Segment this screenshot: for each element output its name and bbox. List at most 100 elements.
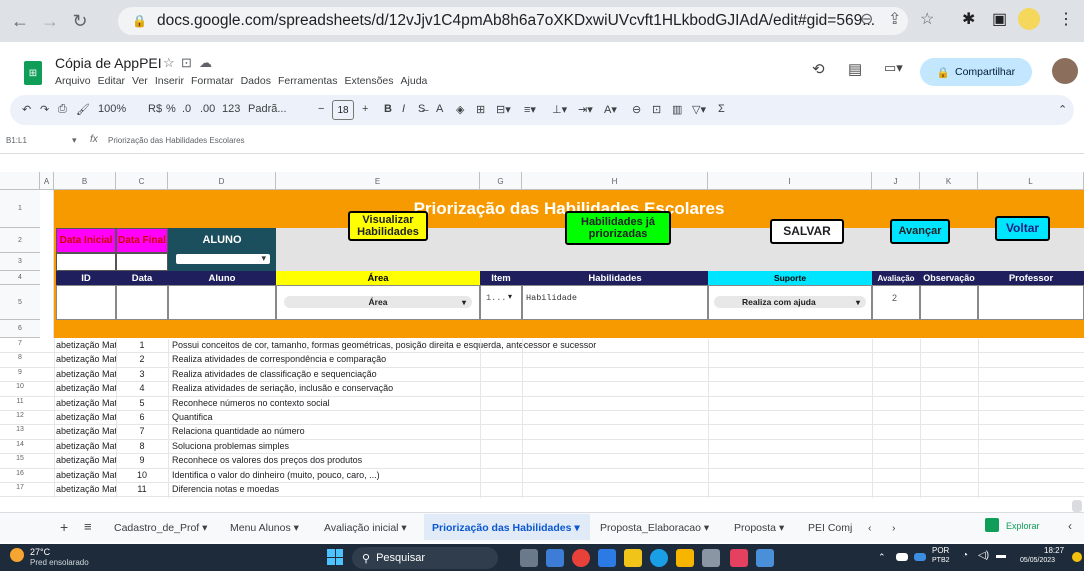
history-icon[interactable]: ⟲ [812,60,825,78]
row-header[interactable]: 8 [0,354,40,361]
aluno-input[interactable] [168,285,276,320]
menu-ferramentas[interactable]: Ferramentas [278,75,338,87]
undo-icon[interactable]: ↶ [22,103,31,116]
item-cell[interactable]: 5 [116,398,168,408]
edge-icon[interactable] [650,549,668,567]
skill-cell[interactable]: Reconhece números no contexto social [172,398,330,408]
move-folder-icon[interactable]: ⊡ [181,55,192,71]
menu-formatar[interactable]: Formatar [191,75,234,87]
reload-icon[interactable]: ↻ [66,7,94,35]
tab-priorizacao-habilidades[interactable]: Priorização das Habilidades ▾ [432,522,580,534]
back-icon[interactable]: ← [6,7,34,35]
tab-proposta[interactable]: Proposta ▾ [734,522,784,534]
row-header[interactable]: 15 [0,455,40,462]
bookmark-star-icon[interactable]: ☆ [920,9,934,29]
italic-icon[interactable]: I [402,103,405,115]
row-header[interactable]: 12 [0,412,40,419]
tab-proposta-elaboracao[interactable]: Proposta_Elaboracao ▾ [600,522,709,534]
instagram-icon[interactable] [730,549,748,567]
vertical-scrollbar[interactable] [1072,500,1082,512]
document-title[interactable]: Cópia de AppPEI [55,55,162,71]
print-icon[interactable]: ⎙ [58,103,67,116]
row-header[interactable]: 11 [0,398,40,405]
skill-cell[interactable]: Diferencia notas e moedas [172,484,279,494]
skill-cell[interactable]: Realiza atividades de seriação, inclusão… [172,383,393,393]
borders-icon[interactable]: ⊞ [476,103,485,116]
avancar-button[interactable]: Avançar [890,219,950,244]
habilidade-input[interactable]: Habilidade [526,293,577,303]
skill-cell[interactable]: Soluciona problemas simples [172,441,289,451]
area-cell[interactable]: abetização Maten [56,354,116,364]
area-select[interactable]: Área ▾ [284,296,472,308]
column-header-a[interactable]: A [40,172,54,190]
font-size-decrease-button[interactable]: − [318,103,324,115]
language-code[interactable]: POR [932,546,949,555]
clock-date[interactable]: 05/05/2023 [1020,557,1055,564]
decrease-decimal-button[interactable]: .0 [182,103,191,115]
store-icon[interactable] [676,549,694,567]
chrome-icon[interactable] [572,549,590,567]
insert-chart-icon[interactable]: ▥ [672,103,682,116]
column-header-j[interactable]: J [872,172,920,190]
share-button[interactable]: 🔒 Compartilhar [920,58,1032,86]
row-header[interactable]: 14 [0,441,40,448]
row-header[interactable]: 7 [0,340,40,347]
collapse-menu-icon[interactable]: ⌃ [1058,103,1067,116]
all-sheets-icon[interactable]: ≡ [84,519,92,534]
text-wrap-icon[interactable]: ⇥▾ [578,103,593,116]
area-cell[interactable]: abetização Maten [56,412,116,422]
meet-icon[interactable]: ▭▾ [884,60,903,76]
row-header-3[interactable]: 3 [0,253,40,271]
column-header-i[interactable]: I [708,172,872,190]
battery-icon[interactable]: ▬ [996,550,1006,561]
professor-input[interactable] [978,285,1084,320]
extensions-icon[interactable]: ✱ [962,9,975,29]
column-header-e[interactable]: E [276,172,480,190]
row-header[interactable]: 16 [0,470,40,477]
tray-chevron-icon[interactable]: ⌃ [878,552,886,563]
skill-cell[interactable]: Relaciona quantidade ao número [172,426,305,436]
menu-editar[interactable]: Editar [98,75,125,87]
font-size-input[interactable]: 18 [332,100,354,120]
zoom-icon[interactable]: ⊖ [860,9,873,29]
keyboard-layout[interactable]: PTB2 [932,557,950,564]
id-input[interactable] [56,285,116,320]
font-size-increase-button[interactable]: + [362,103,368,115]
item-select[interactable]: 1... [486,293,506,303]
aluno-select[interactable]: ▾ [176,253,270,264]
task-view-icon[interactable] [520,549,538,567]
item-cell[interactable]: 11 [116,484,168,494]
avatar[interactable] [1052,58,1078,84]
item-cell[interactable]: 1 [116,340,168,350]
area-cell[interactable]: abetização Maten [56,369,116,379]
item-cell[interactable]: 4 [116,383,168,393]
name-box[interactable]: B1:L1 [6,136,27,145]
settings-icon[interactable] [702,549,720,567]
row-header-1[interactable]: 1 [0,190,40,228]
voltar-button[interactable]: Voltar [995,216,1050,241]
column-header-d[interactable]: D [168,172,276,190]
skill-cell[interactable]: Possui conceitos de cor, tamanho, formas… [172,340,596,350]
strikethrough-icon[interactable]: S̶ [418,103,425,115]
row-header-4[interactable]: 4 [0,271,40,285]
area-cell[interactable]: abetização Maten [56,340,116,350]
area-cell[interactable]: abetização Maten [56,455,116,465]
tab-avaliacao-inicial[interactable]: Avaliação inicial ▾ [324,522,407,534]
row-header[interactable]: 10 [0,383,40,390]
widgets-icon[interactable] [546,549,564,567]
text-rotation-icon[interactable]: A▾ [604,103,617,116]
profile-icon[interactable] [1018,8,1040,30]
redo-icon[interactable]: ↷ [40,103,49,116]
skill-cell[interactable]: Reconhece os valores dos preços dos prod… [172,455,362,465]
fill-color-icon[interactable]: ◈ [456,103,464,116]
save-button[interactable]: SALVAR [770,219,844,244]
skill-cell[interactable]: Realiza atividades de classificação e se… [172,369,377,379]
notification-badge[interactable] [1072,552,1082,562]
area-cell[interactable]: abetização Maten [56,398,116,408]
browser-menu-icon[interactable]: ⋮ [1058,9,1074,29]
item-cell[interactable]: 2 [116,354,168,364]
app-icon[interactable] [598,549,616,567]
tab-cadastro-de-prof[interactable]: Cadastro_de_Prof ▾ [114,522,207,534]
file-explorer-icon[interactable] [624,549,642,567]
column-header-b[interactable]: B [54,172,116,190]
